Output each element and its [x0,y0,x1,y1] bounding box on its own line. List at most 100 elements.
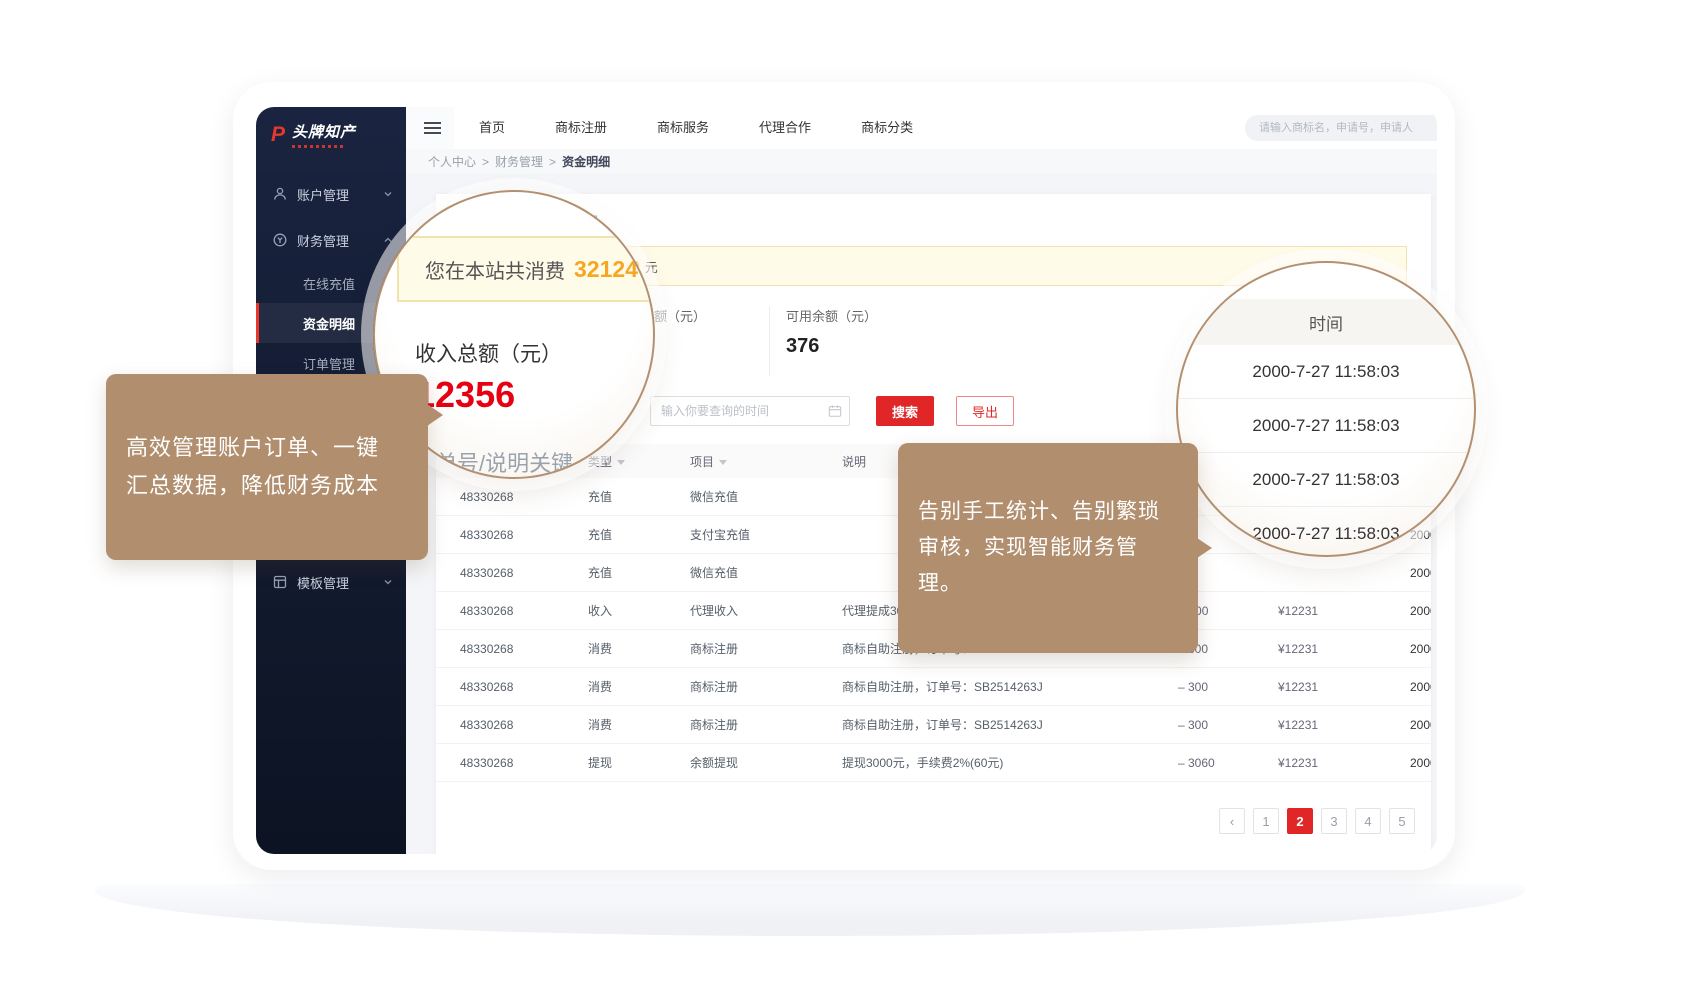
finance-icon [272,232,288,248]
cell-amount: – 300 [1178,680,1278,694]
cell-order-number: 48330268 [460,604,588,618]
cell-type: 提现 [588,754,690,771]
cell-type: 充值 [588,564,690,581]
cell-order-number: 48330268 [460,680,588,694]
top-navbar: 首页 商标注册 商标服务 代理合作 商标分类 [406,107,1437,149]
chevron-down-icon [383,189,393,199]
tooltip-right-text: 告别手工统计、告别繁琐 审核，实现智能财务管 理。 [918,500,1160,595]
cell-balance: ¥12231 [1278,718,1410,732]
pagination-page-button[interactable]: 3 [1321,808,1347,834]
breadcrumb-current: 资金明细 [562,153,610,170]
tooltip-left-text: 高效管理账户订单、一键 汇总数据，降低财务成本 [126,435,379,498]
cell-project: 微信充值 [690,488,842,505]
cell-project: 微信充值 [690,564,842,581]
nav-item-trademark-registration[interactable]: 商标注册 [530,107,632,149]
table-row[interactable]: 48330268 提现 余额提现 提现3000元，手续费2%(60元) – 30… [436,744,1431,782]
sidebar-item-label: 模板管理 [297,573,383,592]
magnified-time-cell: 2000-7-27 11:58:03 [1178,507,1474,557]
pagination-page-button-active[interactable]: 2 [1287,808,1313,834]
breadcrumb-part[interactable]: 个人中心 [428,153,476,170]
sidebar-item-finance[interactable]: 财务管理 [256,217,406,263]
cell-type: 充值 [588,526,690,543]
magnified-time-cell: 2000-7-27 11:58:03 [1178,345,1474,399]
cell-description: 商标自助注册，订单号：SB2514263J [842,716,1178,733]
nav-item-agency-cooperation[interactable]: 代理合作 [734,107,836,149]
cell-order-number: 48330268 [460,490,588,504]
table-row[interactable]: 48330268 消费 商标注册 商标自助注册，订单号：SB2514263J –… [436,706,1431,744]
breadcrumb-separator: > [482,155,489,169]
cell-balance: ¥12231 [1278,604,1410,618]
tooltip-left: 高效管理账户订单、一键 汇总数据，降低财务成本 [106,374,428,560]
cell-time: 2000-7-27 11:58:03 [1410,680,1431,694]
pagination-page-button[interactable]: 5 [1389,808,1415,834]
chevron-up-icon [383,235,393,245]
hamburger-menu-icon[interactable] [406,107,454,149]
cell-time: 2000-7-27 11:58:03 [1410,642,1431,656]
pagination-page-button[interactable]: 4 [1355,808,1381,834]
nav-item-home[interactable]: 首页 [454,107,530,149]
sidebar-item-account[interactable]: 账户管理 [256,171,406,217]
breadcrumb-part[interactable]: 财务管理 [495,153,543,170]
brand-logo-icon: P [271,124,285,145]
nav-item-trademark-classification[interactable]: 商标分类 [836,107,938,149]
cell-balance: ¥12231 [1278,680,1410,694]
cell-time: 2000-7-27 11:58:03 [1410,718,1431,732]
cell-time: 2000-7-27 11:58:03 [1410,566,1431,580]
sort-caret-icon [719,460,727,465]
calendar-icon[interactable] [828,404,842,418]
magnified-time-cell: 2000-7-27 11:58:03 [1178,453,1474,507]
cell-order-number: 48330268 [460,756,588,770]
laptop-base [95,884,1525,936]
pagination-prev-button[interactable]: ‹ [1219,808,1245,834]
cell-order-number: 48330268 [460,528,588,542]
cell-type: 消费 [588,716,690,733]
nav-item-trademark-services[interactable]: 商标服务 [632,107,734,149]
pagination-page-button[interactable]: 1 [1253,808,1279,834]
magnified-consumption-banner: 您在本站共消费 32124 [397,236,655,302]
sidebar-item-templates[interactable]: 模板管理 [256,559,406,605]
search-button[interactable]: 搜索 [876,396,934,426]
cell-order-number: 48330268 [460,566,588,580]
chevron-down-icon [383,577,393,587]
magnifier-circle-right: 时间 2000-7-27 11:58:03 2000-7-27 11:58:03… [1176,261,1476,557]
cell-project: 商标注册 [690,678,842,695]
magnified-banner-amount: 32124 [574,256,638,283]
magnified-table-header-hint: 订单号/说明关键 [413,446,573,478]
table-row[interactable]: 48330268 消费 商标注册 商标自助注册，订单号：SB2514263J –… [436,668,1431,706]
brand-logo[interactable]: P 头牌知产 [256,107,406,161]
pagination: ‹ 1 2 3 4 5 [436,808,1415,834]
brand-tagline-dots [292,145,344,148]
header-project[interactable]: 项目 [690,453,842,470]
magnified-time-cell: 2000-7-27 11:58:03 [1178,399,1474,453]
date-range-input[interactable] [650,396,850,426]
cell-description: 提现3000元，手续费2%(60元) [842,754,1178,771]
cell-type: 消费 [588,640,690,657]
cell-balance: ¥12231 [1278,642,1410,656]
tooltip-right: 告别手工统计、告别繁琐 审核，实现智能财务管 理。 [898,443,1198,653]
search-input[interactable] [1245,115,1437,141]
cell-type: 消费 [588,678,690,695]
cell-project: 支付宝充值 [690,526,842,543]
cell-amount: – 300 [1178,718,1278,732]
cell-order-number: 48330268 [460,642,588,656]
header-type[interactable]: 类型 [588,453,690,470]
cell-project: 代理收入 [690,602,842,619]
cell-time: 2000-7-27 11:58:03 [1410,756,1431,770]
sidebar-item-label: 账户管理 [297,185,383,204]
cell-order-number: 48330268 [460,718,588,732]
magnified-income-label: 收入总额（元） [415,338,562,368]
cell-project: 商标注册 [690,716,842,733]
magnified-time-header: 时间 [1178,299,1474,345]
cell-type: 收入 [588,602,690,619]
sidebar-item-label: 财务管理 [297,231,383,250]
breadcrumb: 个人中心 > 财务管理 > 资金明细 [406,149,1437,174]
tooltip-arrow-right-icon [427,404,443,426]
tooltip-arrow-right-icon [1197,538,1212,558]
cell-description: 商标自助注册，订单号：SB2514263J [842,678,1178,695]
cell-time: 2000-7-27 11:58:03 [1410,604,1431,618]
sort-caret-icon [617,460,625,465]
cell-project: 商标注册 [690,640,842,657]
cell-amount: – 3060 [1178,756,1278,770]
cell-project: 余额提现 [690,754,842,771]
export-button[interactable]: 导出 [956,396,1014,426]
